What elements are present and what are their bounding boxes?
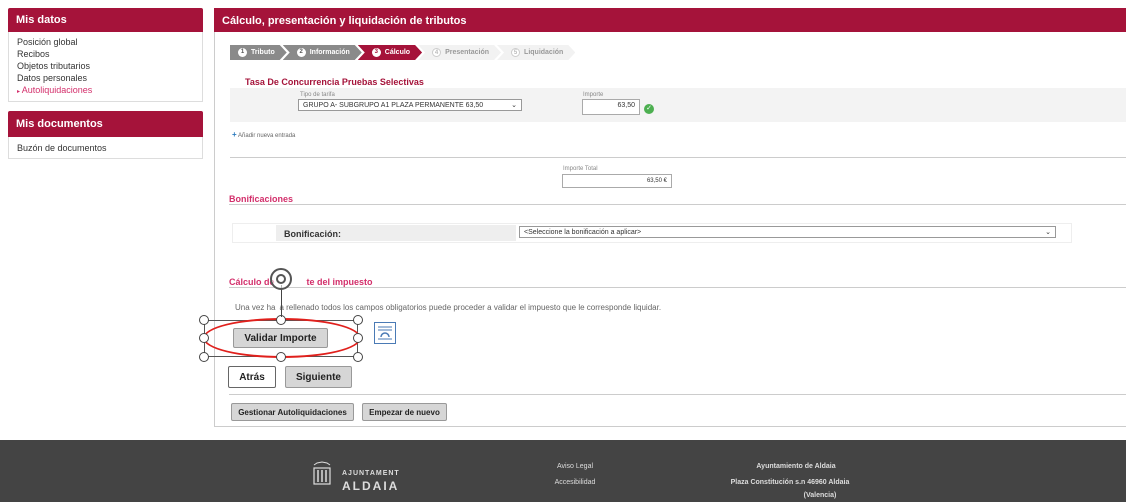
- chevron-down-icon: ⌄: [1045, 229, 1051, 236]
- resize-handle-bm[interactable]: [276, 352, 286, 362]
- validar-importe-button[interactable]: Validar Importe: [233, 328, 328, 348]
- importe-label: Importe: [583, 92, 604, 98]
- step-label: Tributo: [251, 49, 275, 56]
- step-label: Presentación: [445, 49, 490, 56]
- importe-total-input: 63,50 €: [562, 174, 672, 188]
- step-tributo[interactable]: 1 Tributo: [230, 45, 287, 60]
- org-region: (Valencia): [803, 492, 837, 499]
- chevron-down-icon: ⌄: [511, 102, 517, 109]
- step-number: 3: [372, 48, 381, 57]
- resize-handle-tr[interactable]: [353, 315, 363, 325]
- step-calculo[interactable]: 3 Cálculo: [358, 45, 422, 60]
- step-number: 2: [297, 48, 306, 57]
- add-entry-link[interactable]: + Añadir nueva entrada: [232, 130, 295, 139]
- empezar-de-nuevo-button[interactable]: Empezar de nuevo: [362, 403, 447, 421]
- bonificacion-select[interactable]: <Seleccione la bonificación a aplicar> ⌄: [519, 226, 1056, 238]
- step-presentacion: 4 Presentación: [418, 45, 501, 60]
- rotate-handle-icon[interactable]: [270, 268, 292, 290]
- resize-handle-bl[interactable]: [199, 352, 209, 362]
- siguiente-button[interactable]: Siguiente: [285, 366, 352, 388]
- step-liquidacion: 5 Liquidación: [497, 45, 575, 60]
- wrap-text-icon: [378, 326, 392, 340]
- aviso-legal-link[interactable]: Aviso Legal: [550, 463, 600, 470]
- divider: [230, 157, 1126, 158]
- rotate-handle-inner: [276, 274, 286, 284]
- step-number: 4: [432, 48, 441, 57]
- sidebar: Mis datos Posición global Recibos Objeto…: [8, 8, 203, 159]
- step-number: 5: [511, 48, 520, 57]
- check-ok-icon: ✓: [644, 104, 654, 114]
- divider: [229, 287, 1126, 288]
- mis-datos-header: Mis datos: [8, 8, 203, 32]
- add-entry-label: Añadir nueva entrada: [238, 133, 296, 139]
- gestionar-autoliquidaciones-button[interactable]: Gestionar Autoliquidaciones: [231, 403, 354, 421]
- org-name: Ayuntamiento de Aldaia: [756, 463, 836, 470]
- org-address: Plaza Constitución s.n 46960 Aldaia: [730, 479, 850, 486]
- step-number: 1: [238, 48, 247, 57]
- layout-options-icon[interactable]: [374, 322, 396, 344]
- resize-handle-tl[interactable]: [199, 315, 209, 325]
- tipo-tarifa-select[interactable]: GRUPO A- SUBGRUPO A1 PLAZA PERMANENTE 63…: [298, 99, 522, 111]
- instructions-start: Una vez ha: [235, 303, 276, 312]
- sidebar-item-recibos[interactable]: Recibos: [17, 48, 194, 60]
- divider: [229, 394, 1126, 395]
- step-informacion[interactable]: 2 Información: [283, 45, 362, 60]
- footer: [0, 440, 1126, 502]
- accesibilidad-link[interactable]: Accesibilidad: [545, 479, 605, 486]
- plus-icon: +: [232, 130, 237, 139]
- resize-handle-ml[interactable]: [199, 333, 209, 343]
- mis-datos-list: Posición global Recibos Objetos tributar…: [8, 32, 203, 102]
- sidebar-item-datos-personales[interactable]: Datos personales: [17, 72, 194, 84]
- logo-line2: ALDAIA: [342, 479, 400, 493]
- instructions-end: a rellenado todos los campos obligatorio…: [279, 303, 662, 312]
- importe-input[interactable]: 63,50: [582, 99, 640, 115]
- sidebar-item-buzon[interactable]: Buzón de documentos: [17, 142, 194, 154]
- logo-line1: AJUNTAMENT: [342, 470, 400, 477]
- calculo-title-end: te del impuesto: [306, 277, 373, 287]
- bonificacion-placeholder: <Seleccione la bonificación a aplicar>: [524, 228, 642, 236]
- mis-documentos-header: Mis documentos: [8, 111, 203, 137]
- divider: [229, 204, 1126, 205]
- wizard-steps: 1 Tributo 2 Información 3 Cálculo 4 Presenta…: [230, 45, 571, 60]
- importe-total-label: Importe Total: [563, 166, 598, 172]
- instructions-text: Una vez ha a rellenado todos los campos o…: [235, 303, 661, 312]
- step-label: Liquidación: [524, 49, 564, 56]
- sidebar-item-posicion-global[interactable]: Posición global: [17, 36, 194, 48]
- calculo-title-start: Cálculo de: [229, 277, 275, 287]
- bonificacion-label: Bonificación:: [284, 229, 342, 239]
- tipo-tarifa-label: Tipo de tarifa: [300, 92, 335, 98]
- step-label: Cálculo: [384, 49, 411, 56]
- tipo-tarifa-value: GRUPO A- SUBGRUPO A1 PLAZA PERMANENTE 63…: [303, 101, 484, 109]
- bonificaciones-title: Bonificaciones: [229, 194, 294, 204]
- aldaia-logo: [312, 461, 332, 486]
- castle-crest-icon: [313, 461, 331, 485]
- sidebar-item-label: Autoliquidaciones: [21, 85, 93, 95]
- mis-documentos-list: Buzón de documentos: [8, 137, 203, 159]
- atras-button[interactable]: Atrás: [228, 366, 276, 388]
- resize-handle-mr[interactable]: [353, 333, 363, 343]
- calculo-title: Cálculo de te del impuesto: [229, 277, 373, 287]
- sidebar-item-objetos-tributarios[interactable]: Objetos tributarios: [17, 60, 194, 72]
- step-label: Información: [309, 49, 350, 56]
- sidebar-item-autoliquidaciones[interactable]: ▸ Autoliquidaciones: [17, 84, 194, 98]
- page-title: Cálculo, presentación y liquidación de t…: [214, 8, 1126, 32]
- tasa-title: Tasa De Concurrencia Pruebas Selectivas: [245, 77, 424, 87]
- resize-handle-br[interactable]: [353, 352, 363, 362]
